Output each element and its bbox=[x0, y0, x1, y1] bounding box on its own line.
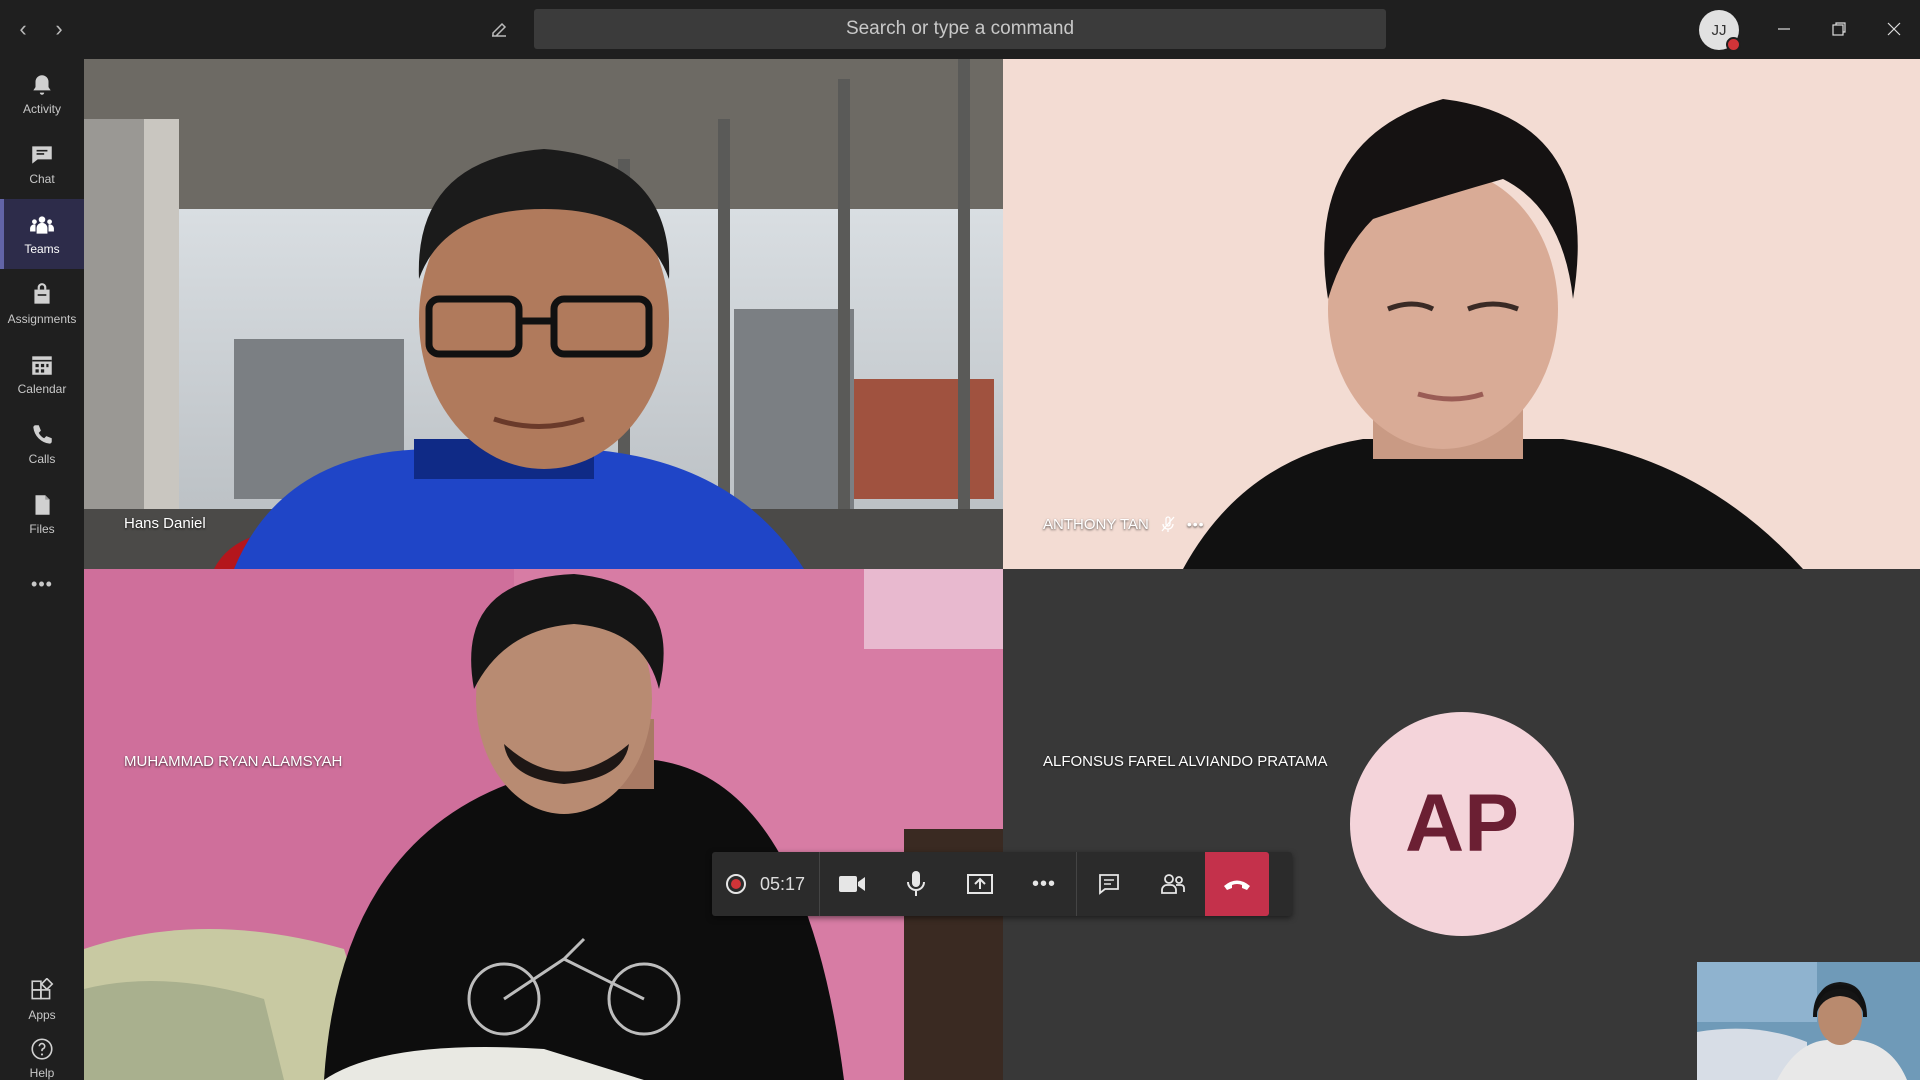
microphone-icon bbox=[907, 871, 926, 896]
hang-up-button[interactable] bbox=[1205, 852, 1270, 916]
video-feed bbox=[1003, 59, 1920, 569]
participant-name: Hans Daniel bbox=[124, 515, 206, 532]
calendar-icon bbox=[32, 356, 52, 375]
video-feed bbox=[84, 59, 1003, 569]
phone-icon bbox=[33, 425, 52, 444]
participant-name-label: ANTHONY TAN bbox=[1043, 515, 1149, 533]
camera-button[interactable] bbox=[820, 852, 884, 916]
participants-button[interactable] bbox=[1141, 852, 1205, 916]
rail-label: Teams bbox=[24, 242, 60, 256]
more-icon: ••• bbox=[1032, 872, 1057, 895]
participant-name-label: Hans Daniel bbox=[124, 515, 206, 532]
rail-more-button[interactable]: ••• bbox=[0, 549, 84, 619]
rail-label: Assignments bbox=[7, 312, 77, 326]
rail-item-help[interactable]: Help bbox=[0, 1035, 84, 1080]
search-input[interactable]: Search or type a command bbox=[534, 9, 1386, 49]
participant-name: MUHAMMAD RYAN ALAMSYAH bbox=[124, 753, 342, 770]
recording-timer: 05:17 bbox=[712, 852, 821, 916]
rail-label: Calendar bbox=[17, 382, 67, 396]
avatar-initials: AP bbox=[1405, 778, 1519, 869]
call-controls-bar: 05:17 ••• bbox=[712, 852, 1292, 916]
rail-item-calls[interactable]: Calls bbox=[0, 409, 84, 479]
chat-button[interactable] bbox=[1077, 852, 1141, 916]
rail-item-apps[interactable]: Apps bbox=[0, 965, 84, 1035]
bell-icon bbox=[33, 75, 51, 95]
self-view[interactable] bbox=[1697, 962, 1920, 1080]
video-tile-anthony-tan[interactable]: ANTHONY TAN ••• bbox=[1003, 59, 1920, 569]
participant-avatar: AP bbox=[1350, 712, 1574, 936]
participant-name-label: MUHAMMAD RYAN ALAMSYAH bbox=[124, 753, 343, 770]
rail-label: Chat bbox=[29, 172, 55, 186]
rail-item-activity[interactable]: Activity bbox=[0, 59, 84, 129]
title-bar: ‹ › Search or type a command JJ bbox=[0, 0, 1920, 59]
recording-icon bbox=[726, 874, 746, 894]
participant-name-label: ALFONSUS FAREL ALVIANDO PRATAMA bbox=[1043, 753, 1328, 770]
rail-item-teams[interactable]: Teams bbox=[0, 199, 84, 269]
rail-item-calendar[interactable]: Calendar bbox=[0, 339, 84, 409]
help-icon bbox=[31, 1037, 53, 1060]
apps-icon bbox=[31, 978, 54, 1000]
rail-item-files[interactable]: Files bbox=[0, 479, 84, 549]
self-video-feed bbox=[1697, 962, 1920, 1080]
app-rail: Activity Chat Teams Assignments Calendar… bbox=[0, 59, 84, 1080]
call-timer: 05:17 bbox=[760, 873, 806, 894]
rail-label: Apps bbox=[28, 1008, 56, 1022]
share-screen-icon bbox=[967, 874, 994, 894]
close-icon[interactable] bbox=[1874, 10, 1914, 48]
more-actions-button[interactable]: ••• bbox=[1012, 852, 1076, 916]
camera-icon bbox=[839, 876, 866, 892]
rail-label: Help bbox=[29, 1065, 55, 1080]
participant-more-icon[interactable]: ••• bbox=[1187, 516, 1205, 532]
forward-arrow-icon[interactable]: › bbox=[44, 14, 74, 44]
participant-name: ANTHONY TAN ••• bbox=[1043, 515, 1205, 533]
rail-item-chat[interactable]: Chat bbox=[0, 129, 84, 199]
hang-up-icon bbox=[1224, 880, 1251, 890]
avatar-initials: JJ bbox=[1711, 21, 1727, 39]
video-feed bbox=[84, 569, 1003, 1080]
assignments-icon bbox=[34, 283, 50, 304]
back-arrow-icon[interactable]: ‹ bbox=[8, 14, 38, 44]
teams-icon bbox=[30, 216, 54, 234]
user-avatar[interactable]: JJ bbox=[1699, 10, 1741, 52]
participants-icon bbox=[1161, 874, 1185, 894]
compose-icon[interactable] bbox=[484, 14, 514, 44]
restore-icon[interactable] bbox=[1819, 10, 1859, 48]
rail-label: Files bbox=[29, 522, 55, 536]
share-screen-button[interactable] bbox=[948, 852, 1012, 916]
rail-label: Activity bbox=[22, 102, 61, 116]
rail-item-assignments[interactable]: Assignments bbox=[0, 269, 84, 339]
more-icon: ••• bbox=[31, 573, 53, 594]
participant-name: ALFONSUS FAREL ALVIANDO PRATAMA bbox=[1043, 753, 1328, 770]
chat-icon bbox=[32, 146, 52, 164]
mic-muted-icon bbox=[1161, 516, 1175, 532]
minimize-icon[interactable] bbox=[1764, 10, 1804, 48]
rail-label: Calls bbox=[28, 452, 56, 466]
microphone-button[interactable] bbox=[884, 852, 948, 916]
status-dot bbox=[1726, 37, 1741, 52]
files-icon bbox=[35, 495, 50, 515]
video-tile-muhammad-ryan-alamsyah[interactable]: MUHAMMAD RYAN ALAMSYAH bbox=[84, 569, 1003, 1080]
video-tile-hans-daniel[interactable]: Hans Daniel bbox=[84, 59, 1003, 569]
chat-icon bbox=[1099, 874, 1119, 895]
